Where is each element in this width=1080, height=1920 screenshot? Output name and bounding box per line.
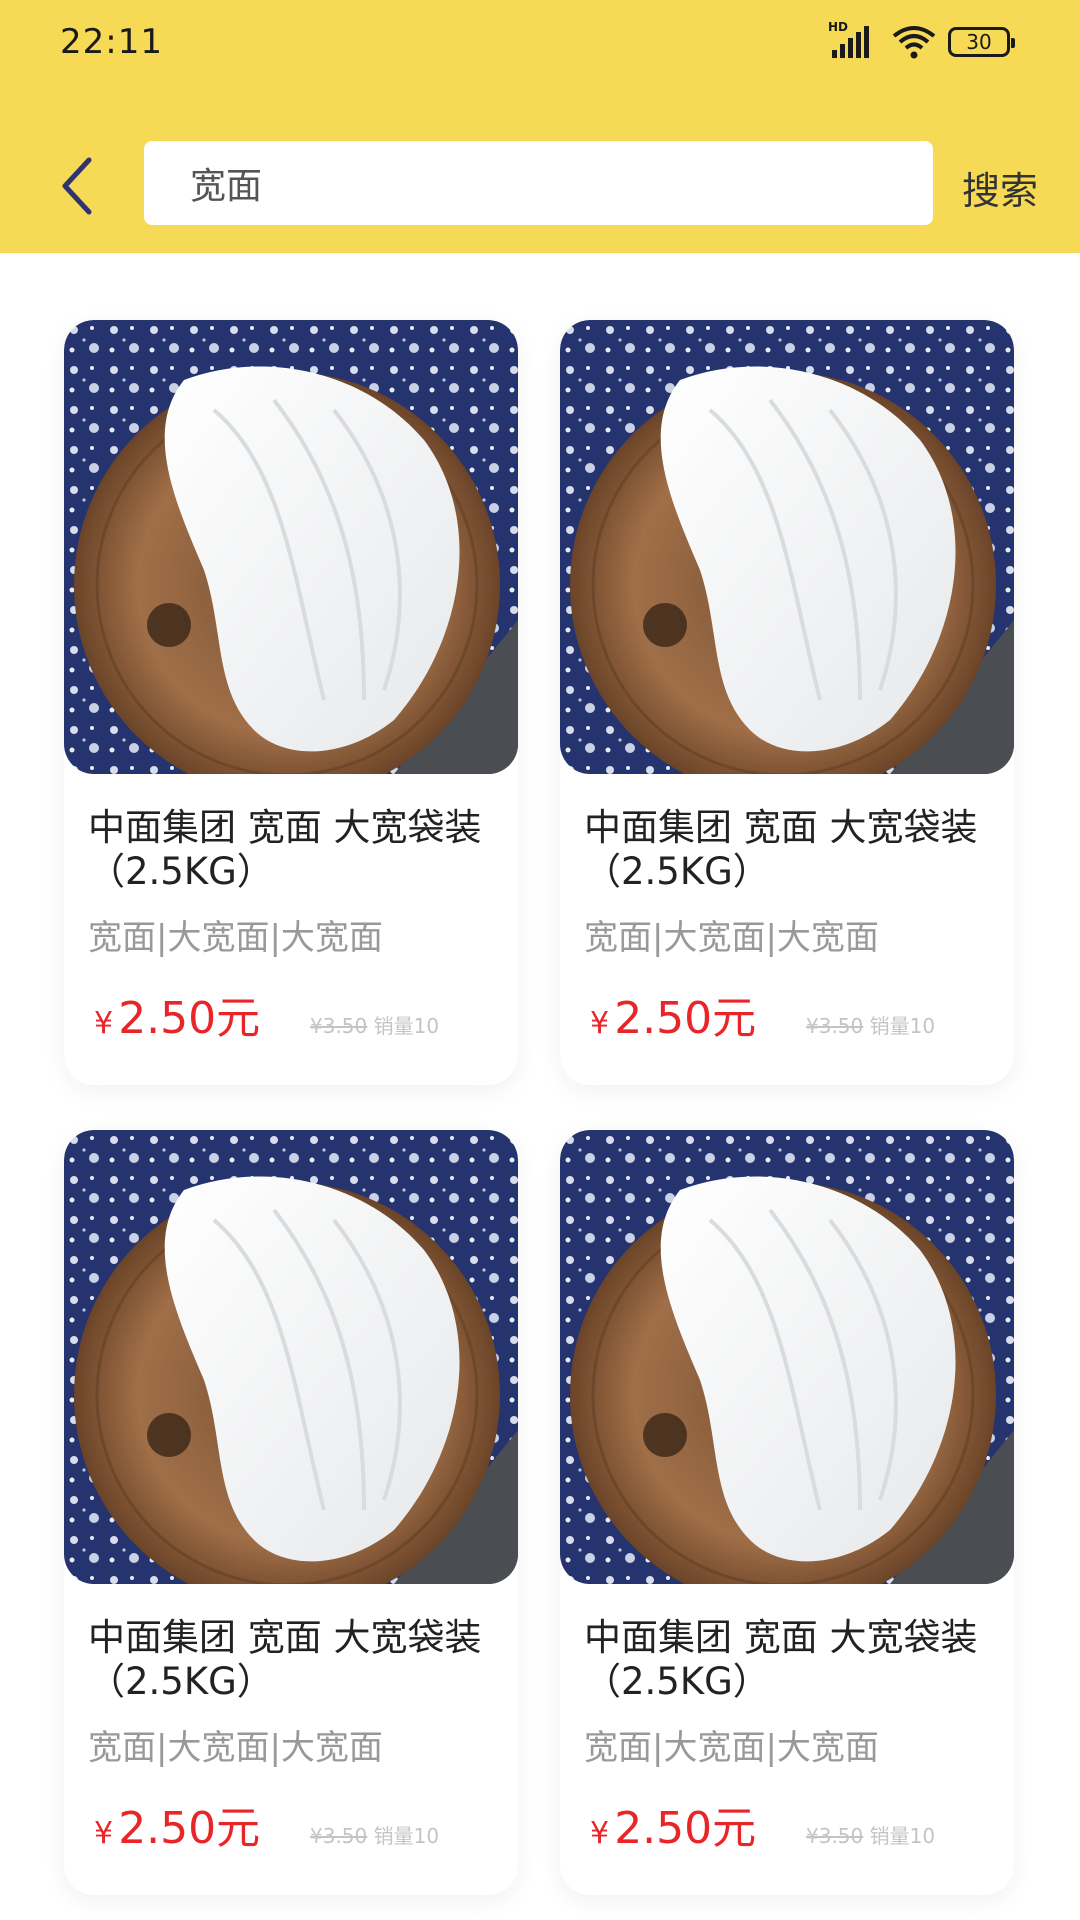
product-title: 中面集团 宽面 大宽袋装（2.5KG） <box>584 806 978 893</box>
price-amount: 2.50元 <box>614 993 757 1044</box>
currency-symbol: ¥ <box>590 1006 610 1041</box>
product-meta: ¥3.50 销量10 <box>806 1820 935 1849</box>
product-card[interactable]: 中面集团 宽面 大宽袋装（2.5KG） 宽面|大宽面|大宽面 ¥ 2.50元 ¥… <box>560 320 1014 1085</box>
chevron-left-icon <box>62 157 92 215</box>
product-image <box>560 320 1014 774</box>
product-price: ¥ 2.50元 <box>590 982 756 1046</box>
price-amount: 2.50元 <box>118 1803 261 1854</box>
sales-count: 销量10 <box>373 1824 440 1848</box>
original-price: ¥3.50 <box>310 1824 368 1848</box>
price-amount: 2.50元 <box>118 993 261 1044</box>
currency-symbol: ¥ <box>94 1006 114 1041</box>
product-meta: ¥3.50 销量10 <box>310 1820 439 1849</box>
signal-icon: HD <box>828 20 880 60</box>
original-price: ¥3.50 <box>806 1014 864 1038</box>
search-button[interactable]: 搜索 <box>962 160 1046 213</box>
product-image <box>64 1130 518 1584</box>
product-tags: 宽面|大宽面|大宽面 <box>584 1728 879 1768</box>
product-title: 中面集团 宽面 大宽袋装（2.5KG） <box>88 1616 482 1703</box>
product-card[interactable]: 中面集团 宽面 大宽袋装（2.5KG） 宽面|大宽面|大宽面 ¥ 2.50元 ¥… <box>64 320 518 1085</box>
back-button[interactable] <box>52 150 102 222</box>
battery-level: 30 <box>966 30 992 54</box>
product-price: ¥ 2.50元 <box>94 1792 260 1856</box>
battery-icon: 30 <box>948 27 1015 57</box>
product-title: 中面集团 宽面 大宽袋装（2.5KG） <box>584 1616 978 1703</box>
product-card[interactable]: 中面集团 宽面 大宽袋装（2.5KG） 宽面|大宽面|大宽面 ¥ 2.50元 ¥… <box>560 1130 1014 1895</box>
product-meta: ¥3.50 销量10 <box>310 1010 439 1039</box>
original-price: ¥3.50 <box>310 1014 368 1038</box>
wifi-icon <box>892 26 936 59</box>
network-label: HD <box>828 20 849 34</box>
status-icons: HD 30 <box>828 20 1015 62</box>
product-tags: 宽面|大宽面|大宽面 <box>88 918 383 958</box>
status-bar: 22:11 HD 30 <box>0 0 1080 90</box>
original-price: ¥3.50 <box>806 1824 864 1848</box>
search-input[interactable] <box>190 141 910 225</box>
sales-count: 销量10 <box>869 1824 936 1848</box>
status-time: 22:11 <box>60 22 163 62</box>
currency-symbol: ¥ <box>590 1816 610 1851</box>
product-image <box>64 320 518 774</box>
product-price: ¥ 2.50元 <box>590 1792 756 1856</box>
product-meta: ¥3.50 销量10 <box>806 1010 935 1039</box>
product-image <box>560 1130 1014 1584</box>
search-box <box>144 141 933 225</box>
header-bar: 22:11 HD 30 宽面 搜索 <box>0 0 1080 253</box>
sales-count: 销量10 <box>373 1014 440 1038</box>
product-tags: 宽面|大宽面|大宽面 <box>88 1728 383 1768</box>
product-tags: 宽面|大宽面|大宽面 <box>584 918 879 958</box>
sales-count: 销量10 <box>869 1014 936 1038</box>
currency-symbol: ¥ <box>94 1816 114 1851</box>
product-title: 中面集团 宽面 大宽袋装（2.5KG） <box>88 806 482 893</box>
product-price: ¥ 2.50元 <box>94 982 260 1046</box>
product-card[interactable]: 中面集团 宽面 大宽袋装（2.5KG） 宽面|大宽面|大宽面 ¥ 2.50元 ¥… <box>64 1130 518 1895</box>
price-amount: 2.50元 <box>614 1803 757 1854</box>
